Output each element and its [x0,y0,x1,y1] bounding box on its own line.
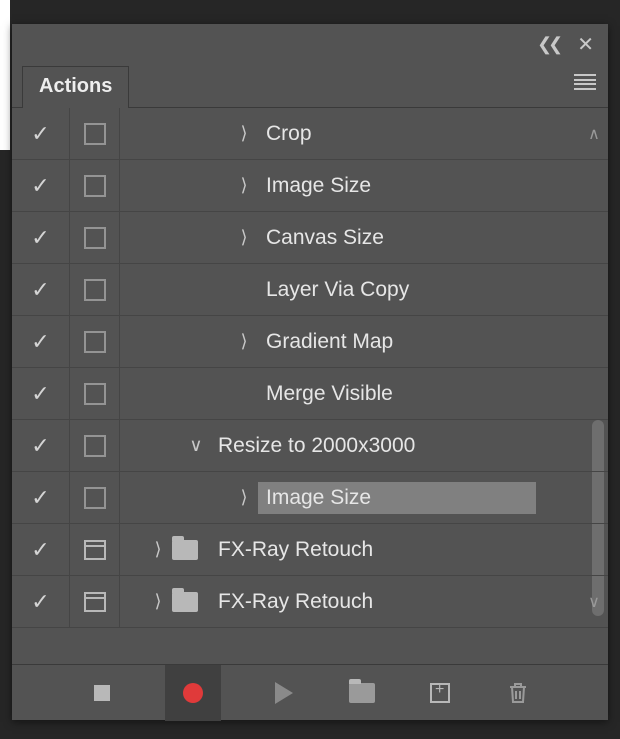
action-label: FX-Ray Retouch [210,534,381,566]
row-content: ⟩Gradient Map [120,316,580,367]
toggle-check[interactable]: ✓ [12,212,70,263]
play-button[interactable] [269,678,299,708]
chevron-down-icon[interactable]: ∨ [182,435,210,456]
right-gutter [580,420,608,471]
panel-topbar: ❮❮ ✕ [12,24,608,64]
action-label: Gradient Map [258,326,401,358]
right-gutter [580,316,608,367]
chevron-right-icon[interactable]: ⟩ [230,487,258,508]
dialog-toggle[interactable] [70,576,120,627]
dialog-toggle[interactable] [70,212,120,263]
new-set-button[interactable] [347,678,377,708]
collapse-icon[interactable]: ❮❮ [537,34,559,55]
toggle-check[interactable]: ✓ [12,108,70,159]
stop-button[interactable] [87,678,117,708]
action-row[interactable]: ✓ Merge Visible [12,368,608,420]
toggle-check[interactable]: ✓ [12,524,70,575]
chevron-right-icon[interactable]: ⟩ [230,123,258,144]
toggle-check[interactable]: ✓ [12,264,70,315]
dialog-toggle[interactable] [70,368,120,419]
dialog-toggle[interactable] [70,160,120,211]
right-gutter [580,472,608,523]
dialog-toggle[interactable] [70,420,120,471]
dialog-toggle[interactable] [70,316,120,367]
right-gutter [580,264,608,315]
action-row[interactable]: ✓ ⟩ FX-Ray Retouch [12,524,608,576]
scroll-up-icon[interactable]: ∧ [580,108,608,159]
action-label: Image Size [258,482,536,514]
scroll-down-icon[interactable]: ∨ [580,576,608,627]
toggle-check[interactable]: ✓ [12,368,70,419]
action-row[interactable]: ✓ ⟩Gradient Map [12,316,608,368]
action-label: Crop [258,118,320,150]
new-action-button[interactable] [425,678,455,708]
dialog-toggle[interactable] [70,524,120,575]
dialog-toggle[interactable] [70,472,120,523]
row-content: ⟩Image Size [120,472,580,523]
action-label: Image Size [258,170,379,202]
toggle-check[interactable]: ✓ [12,160,70,211]
chevron-right-icon[interactable]: ⟩ [144,591,172,612]
record-button[interactable] [165,665,221,721]
tab-actions[interactable]: Actions [22,66,129,108]
right-gutter [580,524,608,575]
chevron-right-icon[interactable]: ⟩ [144,539,172,560]
panel-tabbar: Actions [12,64,608,108]
right-gutter [580,212,608,263]
action-label: Canvas Size [258,222,392,254]
dialog-toggle[interactable] [70,108,120,159]
delete-button[interactable] [503,678,533,708]
folder-icon [172,540,198,560]
action-row[interactable]: ✓ ⟩Image Size [12,472,608,524]
action-label: Layer Via Copy [258,274,417,306]
toggle-check[interactable]: ✓ [12,420,70,471]
row-content: ⟩Canvas Size [120,212,580,263]
action-row[interactable]: ✓⟩Crop∧ [12,108,608,160]
chevron-right-icon[interactable]: ⟩ [230,331,258,352]
toggle-check[interactable]: ✓ [12,472,70,523]
dialog-toggle[interactable] [70,264,120,315]
action-label: Merge Visible [258,378,401,410]
action-row[interactable]: ✓ ⟩Canvas Size [12,212,608,264]
action-label: Resize to 2000x3000 [210,430,423,462]
chevron-right-icon[interactable]: ⟩ [230,175,258,196]
row-content: ⟩Image Size [120,160,580,211]
chevron-right-icon[interactable]: ⟩ [230,227,258,248]
actions-panel: ❮❮ ✕ Actions ✓⟩Crop∧✓⟩Image Size✓⟩Canvas… [12,24,608,720]
row-content: Merge Visible [120,368,580,419]
actions-list: ✓⟩Crop∧✓⟩Image Size✓⟩Canvas Size✓Layer V… [12,108,608,664]
row-content: ⟩Crop [120,108,580,159]
panel-menu-icon[interactable] [574,74,596,90]
row-content: ⟩ FX-Ray Retouch [120,524,580,575]
right-gutter [580,368,608,419]
action-row[interactable]: ✓ ⟩ FX-Ray Retouch ∨ [12,576,608,628]
background-strip [0,0,10,150]
action-label: FX-Ray Retouch [210,586,381,618]
row-content: ⟩ FX-Ray Retouch [120,576,580,627]
action-row[interactable]: ✓ Layer Via Copy [12,264,608,316]
row-content: Layer Via Copy [120,264,580,315]
close-icon[interactable]: ✕ [577,32,594,57]
action-row[interactable]: ✓ ∨Resize to 2000x3000 [12,420,608,472]
toggle-check[interactable]: ✓ [12,576,70,627]
folder-icon [172,592,198,612]
action-row[interactable]: ✓ ⟩Image Size [12,160,608,212]
toggle-check[interactable]: ✓ [12,316,70,367]
panel-toolbar [12,664,608,720]
row-content: ∨Resize to 2000x3000 [120,420,580,471]
right-gutter [580,160,608,211]
